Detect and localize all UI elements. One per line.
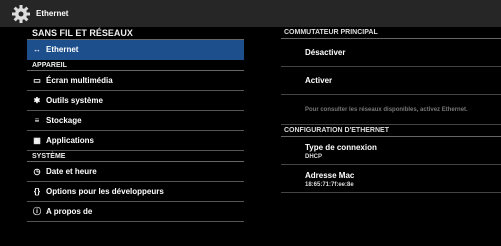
mac-address-label: Adresse Mac bbox=[305, 171, 355, 180]
arrows-horizontal-icon: ↔ bbox=[33, 45, 41, 54]
sidebar-item-label: A propos de bbox=[46, 207, 93, 216]
mac-address-setting: Adresse Mac 18:65:71:7f:ee:8e bbox=[281, 165, 501, 193]
sidebar-item-label: Écran multimédia bbox=[46, 76, 113, 85]
sidebar-item-label: Stockage bbox=[46, 116, 82, 125]
section-header-wireless: SANS FIL ET RÉSEAUX bbox=[27, 27, 244, 40]
settings-panel: COMMUTATEUR PRINCIPAL Désactiver Activer… bbox=[281, 27, 501, 246]
connection-type-label: Type de connexion bbox=[305, 143, 377, 152]
storage-icon: ≡ bbox=[34, 116, 40, 125]
gear-icon bbox=[10, 3, 32, 25]
page-title: Ethernet bbox=[36, 9, 69, 18]
sidebar-item-developer-options[interactable]: {} Options pour les développeurs bbox=[27, 182, 244, 202]
sidebar-item-label: Outils système bbox=[46, 96, 103, 105]
ethernet-config-header: CONFIGURATION D'ETHERNET bbox=[281, 125, 501, 137]
info-icon: ⓘ bbox=[33, 207, 41, 216]
tools-icon: ✱ bbox=[33, 96, 41, 105]
apps-icon: ▦ bbox=[33, 136, 41, 145]
sidebar-item-applications[interactable]: ▦ Applications bbox=[27, 131, 244, 151]
clock-icon: ◷ bbox=[33, 167, 41, 176]
sidebar-item-about[interactable]: ⓘ A propos de bbox=[27, 202, 244, 222]
sidebar-item-ethernet[interactable]: ↔ Ethernet bbox=[27, 40, 244, 60]
ethernet-hint-text: Pour consulter les réseaux disponibles, … bbox=[281, 95, 501, 125]
section-header-device: APPAREIL bbox=[27, 60, 244, 71]
disable-option[interactable]: Désactiver bbox=[281, 39, 501, 67]
sidebar-item-label: Applications bbox=[46, 136, 95, 145]
connection-type-value: DHCP bbox=[305, 154, 323, 160]
sidebar: SANS FIL ET RÉSEAUX ↔ Ethernet APPAREIL … bbox=[27, 27, 244, 246]
enable-option[interactable]: Activer bbox=[281, 67, 501, 95]
title-bar: Ethernet bbox=[0, 0, 501, 27]
display-icon: ▭ bbox=[33, 76, 41, 85]
sidebar-item-label: Date et heure bbox=[46, 167, 97, 176]
sidebar-item-label: Ethernet bbox=[46, 45, 79, 54]
main-switch-header: COMMUTATEUR PRINCIPAL bbox=[281, 27, 501, 39]
sidebar-item-display[interactable]: ▭ Écran multimédia bbox=[27, 71, 244, 91]
sidebar-item-system-tools[interactable]: ✱ Outils système bbox=[27, 91, 244, 111]
connection-type-setting[interactable]: Type de connexion DHCP bbox=[281, 137, 501, 165]
mac-address-value: 18:65:71:7f:ee:8e bbox=[305, 182, 354, 188]
braces-icon: {} bbox=[33, 187, 41, 196]
sidebar-item-date-time[interactable]: ◷ Date et heure bbox=[27, 162, 244, 182]
sidebar-item-storage[interactable]: ≡ Stockage bbox=[27, 111, 244, 131]
sidebar-item-label: Options pour les développeurs bbox=[46, 187, 164, 196]
section-header-system: SYSTÈME bbox=[27, 151, 244, 162]
